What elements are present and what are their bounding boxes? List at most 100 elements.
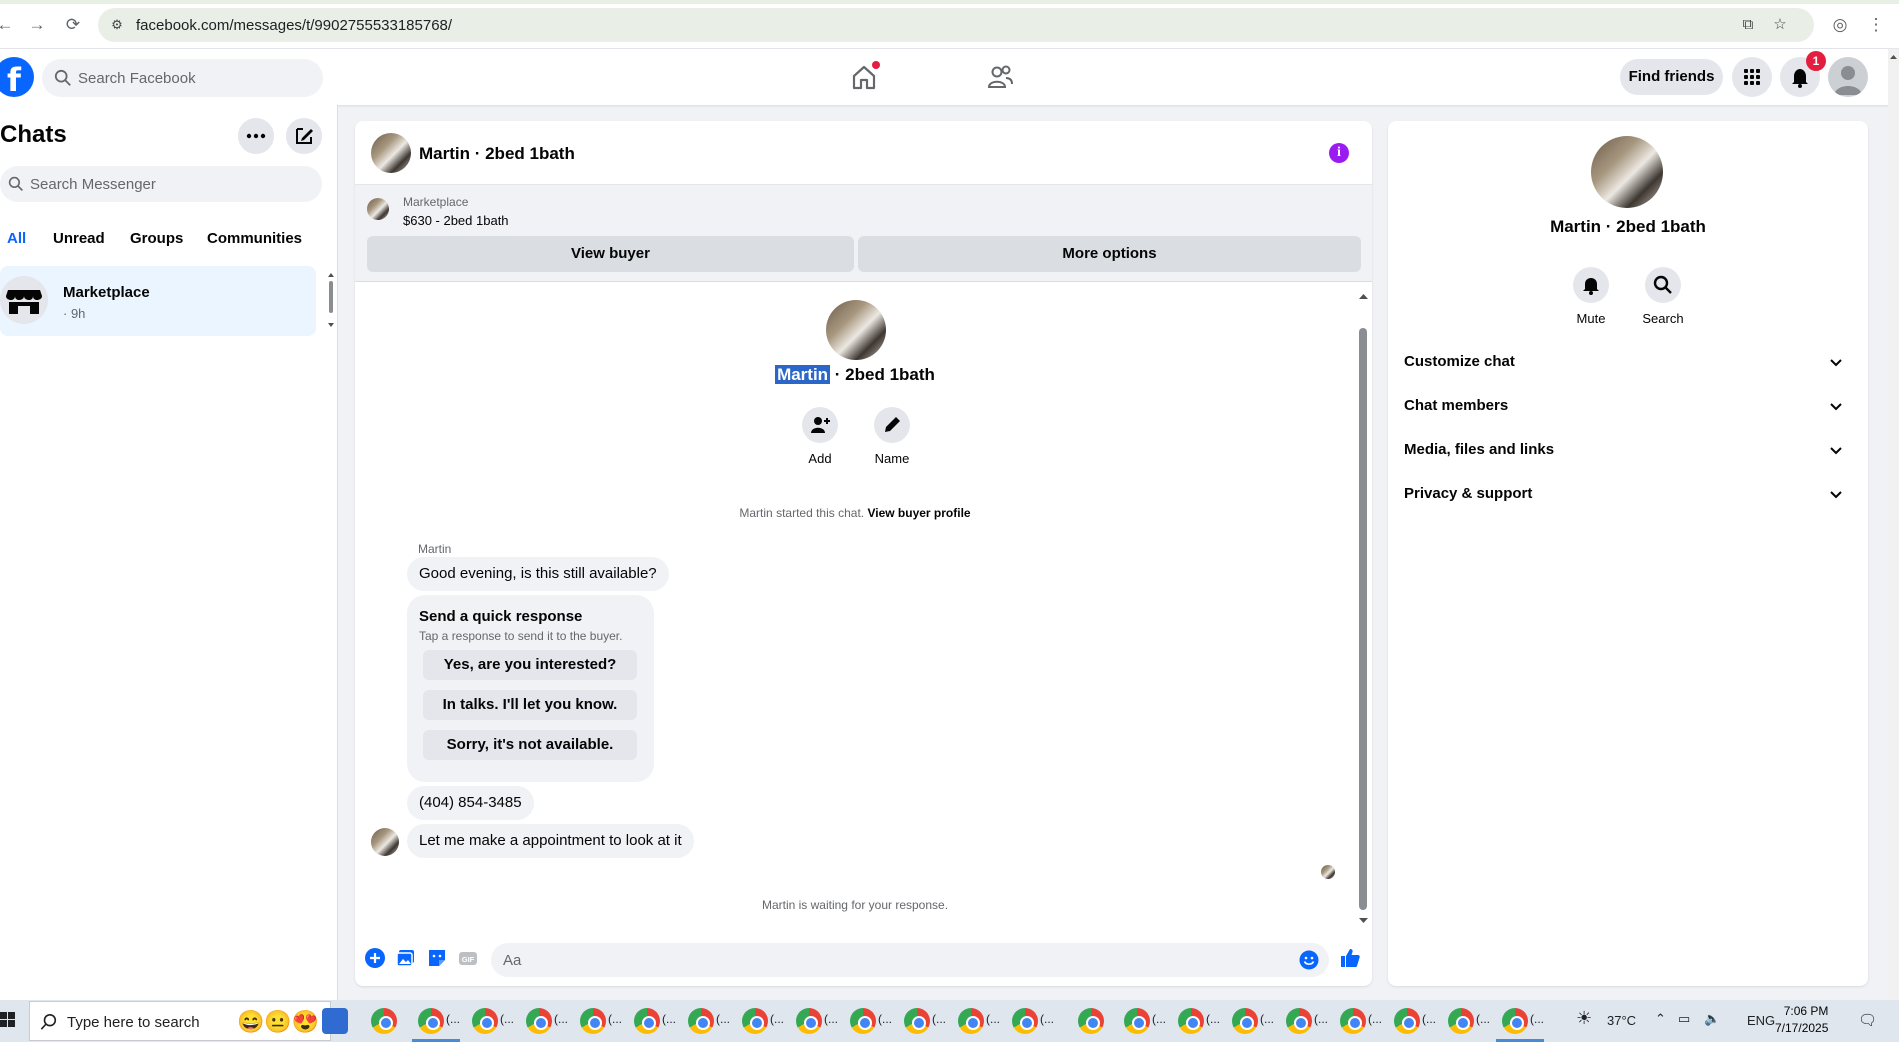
tray-chevron-icon[interactable]: ⌃ (1655, 1011, 1666, 1027)
privacy-support-section[interactable]: Privacy & support (1404, 474, 1844, 514)
chrome-app-icon[interactable] (1448, 1008, 1474, 1034)
page-scrollbar[interactable] (1888, 49, 1899, 1000)
new-message-button[interactable] (286, 118, 322, 154)
back-icon[interactable]: ← (0, 14, 16, 36)
chat-list-item-marketplace[interactable]: Marketplace · 9h (0, 266, 316, 336)
facebook-search-input[interactable]: Search Facebook (42, 59, 323, 97)
sticker-icon[interactable] (426, 947, 448, 969)
scrollbar-thumb[interactable] (1359, 328, 1367, 910)
taskbar-app-label[interactable]: (... (500, 1012, 514, 1026)
language-indicator[interactable]: ENG (1747, 1013, 1775, 1028)
taskbar-search-input[interactable]: Type here to search 😄😐😍 (29, 1001, 331, 1041)
taskbar-app-label[interactable]: (... (608, 1012, 622, 1026)
notification-center-icon[interactable]: 🗨 (1858, 1011, 1877, 1029)
chrome-app-icon[interactable] (904, 1008, 930, 1034)
mute-action[interactable]: Mute (1556, 267, 1626, 326)
windows-start-icon[interactable] (0, 1012, 16, 1028)
taskbar-app-label[interactable]: (... (1476, 1012, 1490, 1026)
sidebar-scrollbar[interactable] (327, 271, 335, 329)
name-chat-action[interactable]: Name (852, 407, 932, 466)
home-nav[interactable] (844, 59, 884, 95)
chrome-app-icon[interactable] (1394, 1008, 1420, 1034)
system-clock[interactable]: 7:06 PM 7/17/2025 (1775, 1003, 1828, 1037)
site-info-icon[interactable]: ⚙ (108, 16, 126, 34)
taskbar-app-label[interactable]: (... (1368, 1012, 1382, 1026)
forward-icon[interactable]: → (26, 14, 48, 36)
search-in-conversation-action[interactable]: Search (1628, 267, 1698, 326)
chrome-app-icon[interactable] (634, 1008, 660, 1034)
chrome-app-icon[interactable] (1078, 1008, 1104, 1034)
taskbar-app-label[interactable]: (... (662, 1012, 676, 1026)
taskbar-app-label[interactable]: (... (716, 1012, 730, 1026)
taskbar-app-label[interactable]: (... (824, 1012, 838, 1026)
tab-communities[interactable]: Communities (207, 230, 302, 247)
network-icon[interactable]: ▭ (1678, 1011, 1690, 1027)
chat-members-section[interactable]: Chat members (1404, 386, 1844, 426)
chrome-app-icon[interactable] (371, 1008, 397, 1034)
quick-response-interested[interactable]: Yes, are you interested? (423, 650, 637, 680)
taskbar-app-label[interactable]: (... (1530, 1012, 1544, 1026)
taskbar-app-label[interactable]: (... (1422, 1012, 1436, 1026)
taskbar-app-label[interactable]: (... (1260, 1012, 1274, 1026)
chrome-app-icon[interactable] (418, 1008, 444, 1034)
friends-nav[interactable] (980, 59, 1020, 95)
chrome-app-icon[interactable] (526, 1008, 552, 1034)
menu-button[interactable] (1732, 57, 1772, 97)
info-icon[interactable]: i (1329, 143, 1349, 163)
chrome-app-icon[interactable] (958, 1008, 984, 1034)
add-people-action[interactable]: Add (780, 407, 860, 466)
url-text[interactable]: facebook.com/messages/t/9902755533185768… (136, 17, 452, 34)
taskbar-app-label[interactable]: (... (1314, 1012, 1328, 1026)
taskbar-app-label[interactable]: (... (554, 1012, 568, 1026)
taskbar-app-label[interactable]: (... (770, 1012, 784, 1026)
whiteboard-app-icon[interactable] (322, 1008, 348, 1034)
thumbs-up-icon[interactable] (1339, 947, 1361, 969)
chrome-app-icon[interactable] (472, 1008, 498, 1034)
browser-menu-icon[interactable]: ⋮ (1865, 14, 1887, 36)
temperature[interactable]: 37°C (1607, 1013, 1636, 1028)
listing-thumbnail[interactable] (371, 133, 411, 173)
chrome-app-icon[interactable] (580, 1008, 606, 1034)
tab-all[interactable]: All (7, 230, 26, 247)
customize-chat-section[interactable]: Customize chat (1404, 342, 1844, 382)
photo-icon[interactable] (395, 947, 417, 969)
chrome-app-icon[interactable] (1502, 1008, 1528, 1034)
taskbar-app-label[interactable]: (... (878, 1012, 892, 1026)
address-bar[interactable]: ⚙ facebook.com/messages/t/99027555331857… (98, 8, 1814, 42)
chrome-app-icon[interactable] (1178, 1008, 1204, 1034)
chrome-app-icon[interactable] (1286, 1008, 1312, 1034)
chrome-app-icon[interactable] (1232, 1008, 1258, 1034)
tab-unread[interactable]: Unread (53, 230, 105, 247)
facebook-logo-icon[interactable]: f (0, 57, 34, 97)
reload-icon[interactable]: ⟳ (62, 14, 84, 36)
taskbar-app-label[interactable]: (... (1152, 1012, 1166, 1026)
chrome-app-icon[interactable] (742, 1008, 768, 1034)
chrome-app-icon[interactable] (850, 1008, 876, 1034)
find-friends-button[interactable]: Find friends (1620, 59, 1723, 95)
taskbar-app-label[interactable]: (... (986, 1012, 1000, 1026)
message-input[interactable]: Aa (491, 943, 1329, 977)
weather-icon[interactable]: ☀ (1576, 1008, 1592, 1029)
install-app-icon[interactable]: ⧉ (1738, 15, 1758, 35)
quick-response-in-talks[interactable]: In talks. I'll let you know. (423, 690, 637, 720)
chrome-app-icon[interactable] (1124, 1008, 1150, 1034)
chat-options-button[interactable] (238, 118, 274, 154)
taskbar-app-label[interactable]: (... (446, 1012, 460, 1026)
volume-icon[interactable]: 🔈 (1704, 1011, 1720, 1027)
conversation-scrollbar[interactable] (1355, 288, 1372, 928)
view-buyer-profile-link[interactable]: View buyer profile (867, 506, 970, 520)
conversation-title[interactable]: Martin · 2bed 1bath (419, 144, 575, 164)
taskbar-app-label[interactable]: (... (932, 1012, 946, 1026)
tab-groups[interactable]: Groups (130, 230, 183, 247)
taskbar-app-label[interactable]: (... (1040, 1012, 1054, 1026)
bookmark-star-icon[interactable]: ☆ (1770, 15, 1790, 35)
profile-icon[interactable]: ◎ (1829, 14, 1851, 36)
media-files-links-section[interactable]: Media, files and links (1404, 430, 1844, 470)
chrome-app-icon[interactable] (688, 1008, 714, 1034)
taskbar-app-label[interactable]: (... (1206, 1012, 1220, 1026)
emoji-icon[interactable] (1299, 950, 1319, 970)
chrome-app-icon[interactable] (1012, 1008, 1038, 1034)
account-avatar[interactable] (1828, 57, 1868, 97)
more-options-button[interactable]: More options (858, 236, 1361, 272)
chrome-app-icon[interactable] (1340, 1008, 1366, 1034)
